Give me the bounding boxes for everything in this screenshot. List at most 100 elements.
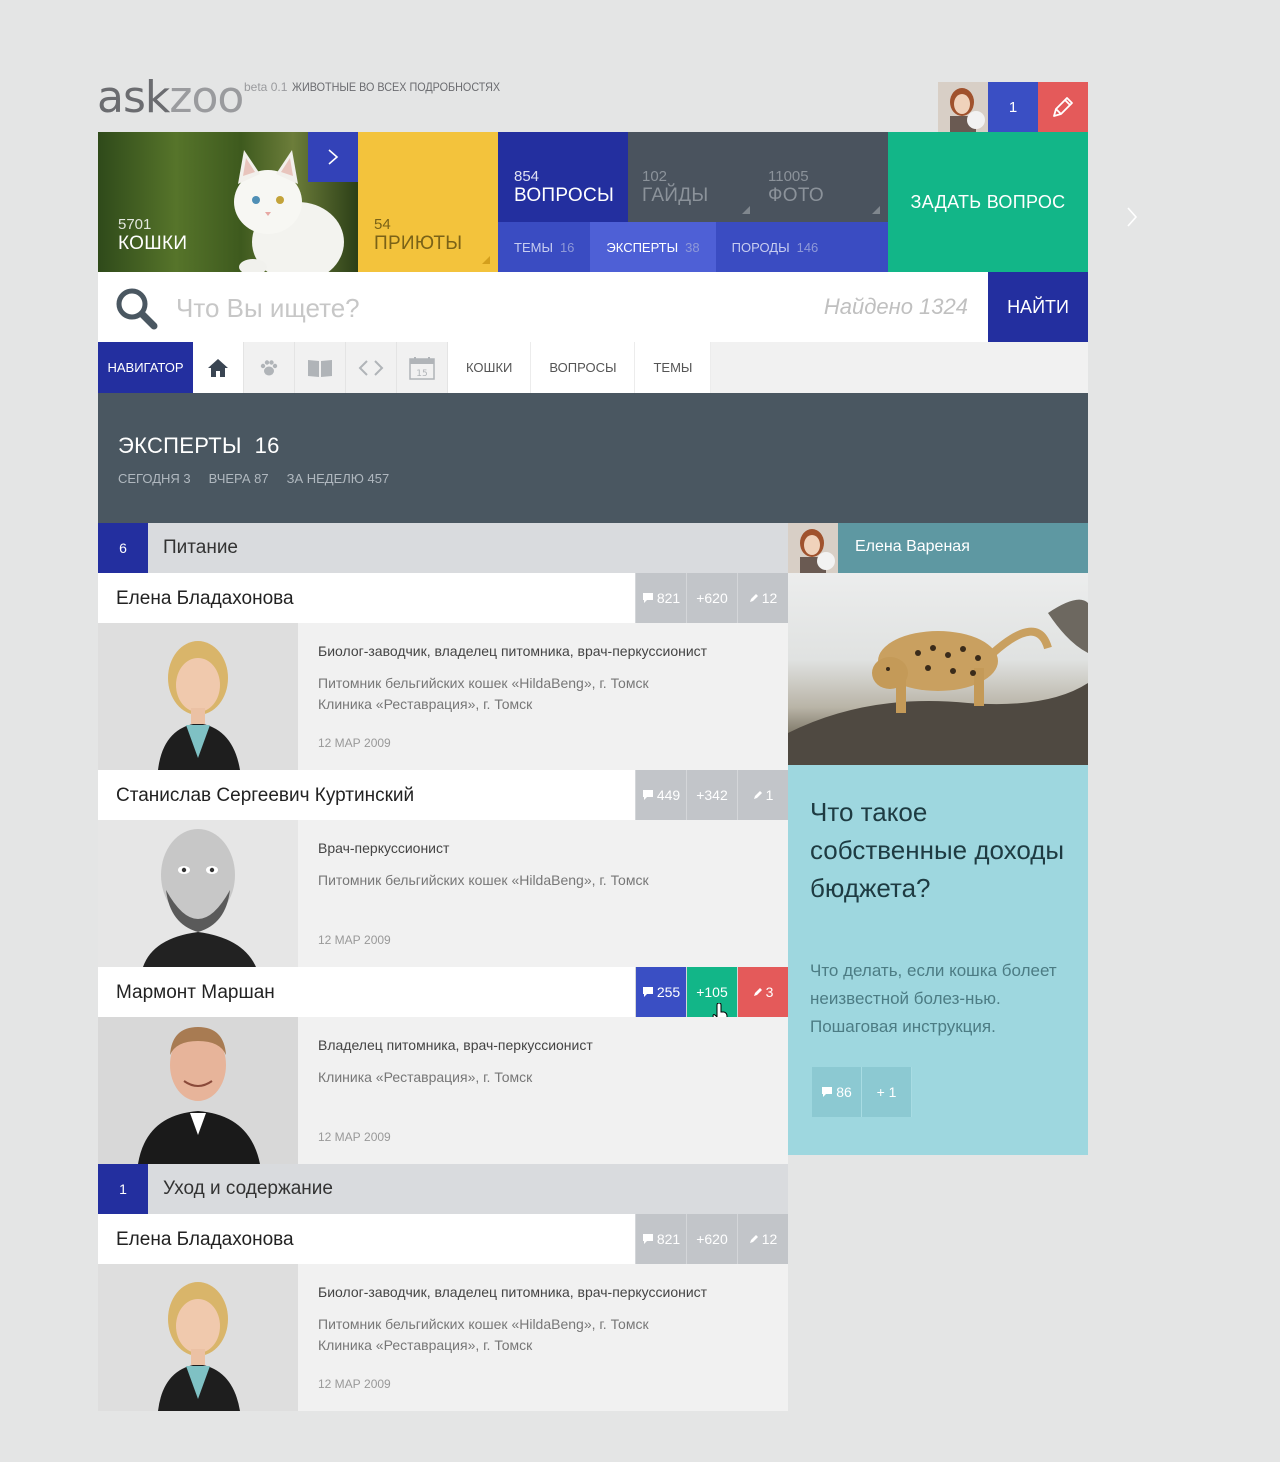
section-header[interactable]: 1 Уход и содержание: [98, 1164, 788, 1214]
panel-user-name[interactable]: Елена Вареная: [855, 538, 970, 556]
tile-guides[interactable]: 102 ГАЙДЫ: [628, 132, 758, 222]
answers-stat[interactable]: 821: [635, 1214, 686, 1264]
answers-stat[interactable]: 449: [635, 770, 686, 820]
edit-button[interactable]: [1038, 82, 1088, 132]
beta-label: beta 0.1: [244, 80, 288, 94]
section-count: 1: [98, 1164, 148, 1214]
expert-name-row: Мармонт Маршан 255 +105 3: [98, 967, 788, 1027]
code-icon: [358, 359, 384, 376]
panel-user-header[interactable]: Елена Вареная: [788, 523, 1088, 573]
expert-stats: 449 +342 1: [635, 770, 788, 820]
expert-photo[interactable]: [98, 623, 298, 770]
expert-name[interactable]: Елена Бладахонова: [116, 1229, 294, 1251]
ask-question-button[interactable]: ЗАДАТЬ ВОПРОС: [888, 132, 1088, 272]
page-title-text: ЭКСПЕРТЫ: [118, 433, 242, 458]
tile-label: ВОПРОСЫ: [514, 185, 615, 206]
navigator-label[interactable]: НАВИГАТОР: [98, 342, 193, 393]
expert-workplace: Клиника «Реставрация», г. Томск: [318, 1069, 533, 1085]
book-icon: [308, 359, 332, 377]
expert-info: Врач-перкуссионист Питомник бельгийских …: [318, 840, 778, 891]
posts-count: 1: [765, 787, 774, 803]
subnav-topics[interactable]: ТЕМЫ 16: [498, 222, 590, 272]
featured-question-card[interactable]: Что такое собственные доходы бюджета? Чт…: [788, 765, 1088, 1155]
next-arrow-button[interactable]: [308, 132, 358, 182]
expert-card: Елена Бладахонова 821 +620 12 Биолог-зав…: [98, 573, 788, 770]
nav-home[interactable]: [193, 342, 244, 393]
expert-info: Биолог-заводчик, владелец питомника, вра…: [318, 1284, 778, 1356]
subnav-experts[interactable]: ЭКСПЕРТЫ 38: [590, 222, 716, 272]
expert-portrait: [98, 623, 298, 770]
expert-role: Врач-перкуссионист: [318, 840, 450, 856]
rating-count: +620: [696, 590, 728, 606]
nav-link-questions[interactable]: ВОПРОСЫ: [531, 342, 636, 393]
comment-icon: [642, 1234, 653, 1244]
expert-name[interactable]: Мармонт Маршан: [116, 982, 275, 1004]
rating-stat[interactable]: +620: [686, 1214, 737, 1264]
nav-calendar[interactable]: 15: [397, 342, 448, 393]
tile-label: КОШКИ: [118, 233, 188, 254]
rating-stat[interactable]: +342: [686, 770, 737, 820]
logo[interactable]: askzoo: [97, 72, 244, 123]
posts-stat[interactable]: 1: [737, 770, 788, 820]
avatar-image: [938, 82, 988, 132]
featured-question-title[interactable]: Что такое собственные доходы бюджета?: [810, 793, 1070, 907]
carousel-next-arrow[interactable]: [1126, 206, 1138, 233]
likes-stat[interactable]: + 1: [862, 1067, 912, 1117]
expert-photo[interactable]: [98, 1264, 298, 1411]
tile-photos[interactable]: 11005 ФОТО: [758, 132, 888, 222]
posts-stat[interactable]: 3: [737, 967, 788, 1017]
panel-image[interactable]: [788, 573, 1088, 765]
search-input[interactable]: [176, 290, 736, 326]
posts-count: 12: [761, 590, 778, 606]
expert-date: 12 МАР 2009: [318, 1130, 391, 1144]
expert-photo[interactable]: [98, 820, 298, 967]
tile-count: 5701: [118, 216, 152, 233]
pencil-icon: [753, 988, 762, 996]
expert-photo[interactable]: [98, 1017, 298, 1164]
tile-questions[interactable]: 854 ВОПРОСЫ: [498, 132, 628, 222]
avatar[interactable]: [938, 82, 988, 132]
answers-count: 821: [656, 1231, 681, 1247]
expert-info: Биолог-заводчик, владелец питомника, вра…: [318, 643, 778, 715]
nav-code[interactable]: [346, 342, 397, 393]
expert-date: 12 МАР 2009: [318, 736, 391, 750]
likes-count: + 1: [876, 1084, 897, 1100]
corner-indicator: [872, 206, 880, 214]
section-header[interactable]: 6 Питание: [98, 523, 788, 573]
rating-stat[interactable]: +620: [686, 573, 737, 623]
tile-cats[interactable]: 5701 КОШКИ: [98, 132, 358, 272]
nav-link-cats[interactable]: КОШКИ: [448, 342, 532, 393]
nav-link-topics[interactable]: ТЕМЫ: [635, 342, 712, 393]
home-icon: [208, 358, 228, 377]
section-title: Питание: [163, 537, 238, 558]
comment-icon: [642, 593, 653, 603]
comment-icon: [822, 1087, 833, 1097]
tile-label: ПРИЮТЫ: [374, 233, 463, 254]
answers-stat[interactable]: 255: [635, 967, 686, 1017]
nav-pets[interactable]: [244, 342, 295, 393]
nav-guides[interactable]: [295, 342, 346, 393]
avatar-image: [788, 523, 838, 573]
logo-zoo: zoo: [169, 72, 244, 123]
tile-label: ГАЙДЫ: [642, 185, 709, 206]
avatar[interactable]: [788, 523, 838, 573]
expert-name[interactable]: Станислав Сергеевич Куртинский: [116, 785, 414, 807]
tile-guides-text: 102 ГАЙДЫ: [642, 168, 709, 207]
search-button[interactable]: НАЙТИ: [988, 272, 1088, 342]
comments-stat[interactable]: 86: [812, 1067, 862, 1117]
subnav-breeds[interactable]: ПОРОДЫ 146: [716, 222, 835, 272]
expert-name[interactable]: Елена Бладахонова: [116, 588, 294, 610]
posts-stat[interactable]: 12: [737, 573, 788, 623]
rating-count: +105: [696, 984, 728, 1000]
answers-count: 449: [656, 787, 681, 803]
tile-shelters[interactable]: 54 ПРИЮТЫ: [358, 132, 498, 272]
posts-stat[interactable]: 12: [737, 1214, 788, 1264]
rating-count: +620: [696, 1231, 728, 1247]
answers-stat[interactable]: 821: [635, 573, 686, 623]
featured-question-text: Что делать, если кошка болеет неизвестно…: [810, 961, 1057, 1036]
posts-count: 12: [761, 1231, 778, 1247]
posts-count: 3: [765, 984, 774, 1000]
notifications-count[interactable]: 1: [988, 82, 1038, 132]
answers-count: 821: [656, 590, 681, 606]
expert-role: Биолог-заводчик, владелец питомника, вра…: [318, 1284, 708, 1300]
